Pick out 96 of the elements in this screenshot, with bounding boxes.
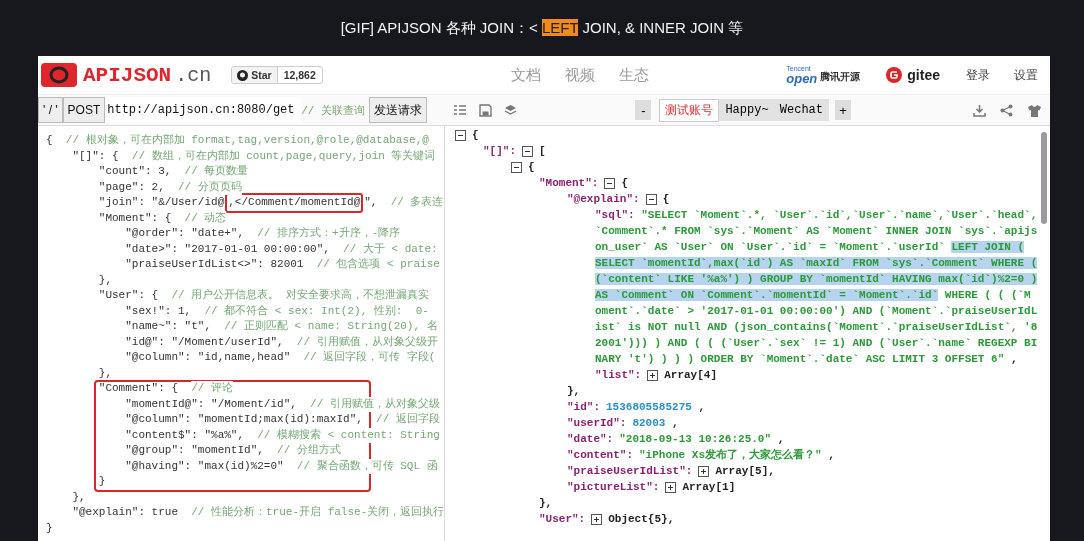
code-text: },	[97, 365, 112, 381]
code-text: }	[97, 474, 106, 489]
json-key: "content":	[567, 447, 633, 463]
json-value: Array[4]	[664, 368, 718, 383]
code-text: "join": "&/User/id@	[97, 195, 225, 210]
minus-button[interactable]: -	[635, 100, 652, 120]
json-key: "User":	[539, 511, 586, 527]
json-punctuation: },	[567, 384, 581, 399]
code-text: "@order": "date+",	[124, 226, 245, 241]
code-text: "[]": {	[71, 148, 119, 164]
code-text: "@explain": true	[71, 505, 179, 520]
code-text: "Comment": {	[97, 381, 179, 396]
json-punctuation: },	[539, 496, 553, 511]
json-key: "[]":	[483, 143, 516, 159]
star-count: 12,862	[282, 68, 317, 83]
json-value: Array[5],	[715, 464, 775, 479]
collapse-toggle-icon[interactable]	[604, 177, 616, 189]
collapse-toggle-icon[interactable]	[455, 129, 466, 141]
code-text: "sex!": 1,	[124, 303, 192, 319]
code-text: "@column": "id,name,head"	[124, 350, 291, 365]
code-text: "momentId@": "/Moment/id",	[124, 396, 297, 412]
partner-logo-text[interactable]: open	[786, 72, 818, 85]
logo-icon	[41, 63, 77, 87]
partner-name: 腾讯开源	[820, 70, 861, 84]
logo-text: APIJSON	[83, 63, 172, 87]
json-key: "sql":	[595, 207, 635, 223]
quote-button[interactable]: ' / '	[38, 97, 63, 123]
code-comment: // 模糊搜索 < content: String	[257, 427, 440, 443]
json-value: Array[1]	[682, 480, 736, 495]
code-text: "@group": "momentId",	[124, 443, 264, 458]
layers-icon[interactable]	[504, 103, 517, 117]
code-text: "count": 3,	[97, 164, 172, 179]
plus-button[interactable]: +	[835, 100, 851, 120]
json-key: "list":	[595, 367, 642, 383]
json-value: 82003 ,	[632, 416, 679, 431]
code-text: "page": 2,	[97, 179, 165, 195]
save-icon[interactable]	[479, 103, 492, 117]
highlighted-code: ,</Comment/momentId@	[225, 193, 364, 213]
json-value: "2018-09-13 10:26:25.0" ,	[619, 432, 785, 447]
code-text: "Moment": {	[97, 210, 172, 226]
expand-toggle-icon[interactable]	[665, 481, 677, 493]
code-text: "date>": "2017-01-01 00:00:00",	[124, 241, 330, 257]
method-button[interactable]: POST	[62, 97, 106, 123]
code-text: "@column": "momentId;max(id):maxId",	[124, 412, 363, 427]
send-button[interactable]: 发送请求	[369, 97, 428, 123]
header-link[interactable]: 登录	[966, 66, 990, 84]
code-comment: // 动态	[184, 210, 227, 226]
json-value: Object{5},	[608, 512, 675, 527]
json-value: {	[621, 176, 629, 191]
json-value: 1536805585275 ,	[606, 400, 706, 415]
code-text: "@having": "max(id)%2=0"	[124, 458, 284, 474]
collapse-toggle-icon[interactable]	[645, 193, 657, 205]
json-value: {	[662, 192, 670, 207]
code-text: ",	[364, 195, 378, 210]
json-value: "iPhone Xs发布了，大家怎么看？" ,	[639, 447, 835, 463]
gitee-link[interactable]: gitee	[907, 67, 940, 83]
gitee-logo-icon[interactable]	[886, 67, 903, 83]
code-text: "id@": "/Moment/userId",	[124, 334, 284, 350]
logo-suffix: .cn	[175, 63, 212, 87]
share-icon[interactable]	[1000, 103, 1013, 117]
url-field[interactable]: http://apijson.cn:8080/get	[105, 97, 302, 123]
json-key: "id":	[567, 399, 600, 415]
json-key: "userId":	[567, 415, 627, 431]
code-text: },	[97, 272, 112, 288]
url-comment: // 关联查询	[301, 103, 366, 118]
json-key: "pictureList":	[567, 479, 660, 495]
account-label: 测试账号	[659, 98, 720, 122]
code-comment: // 聚合函数，可传 SQL 函	[296, 458, 438, 474]
code-comment: // 大于 < date:	[343, 241, 438, 257]
json-key: "praiseUserIdList":	[567, 463, 693, 479]
json-value: {	[472, 128, 479, 143]
download-icon[interactable]	[973, 103, 986, 117]
code-text: }	[46, 520, 53, 536]
sort-list-icon[interactable]	[453, 103, 467, 117]
expand-toggle-icon[interactable]	[591, 513, 603, 525]
collapse-toggle-icon[interactable]	[511, 161, 522, 173]
json-value: [	[539, 144, 546, 159]
code-text: "content$": "%a%",	[124, 427, 245, 443]
code-text: {	[46, 133, 53, 148]
star-badge[interactable]: Star 12,862	[231, 66, 323, 84]
code-text: "praiseUserIdList<>": 82001	[124, 257, 304, 272]
header-link[interactable]: 设置	[1014, 66, 1038, 84]
shirt-icon[interactable]	[1027, 103, 1042, 117]
code-text: "name~": "t",	[124, 319, 212, 334]
code-text: "User": {	[97, 288, 159, 303]
expand-toggle-icon[interactable]	[698, 465, 710, 477]
json-key: "Moment":	[539, 175, 599, 191]
code-text: },	[71, 489, 86, 505]
code-comment: // 引用赋值，从对象父级	[310, 396, 440, 412]
account-selector[interactable]: Happy~ Wechat	[719, 99, 829, 121]
expand-toggle-icon[interactable]	[647, 369, 659, 381]
collapse-toggle-icon[interactable]	[522, 145, 533, 157]
json-key: "@explain":	[567, 191, 640, 207]
json-key: "date":	[567, 431, 614, 447]
json-value: {	[528, 160, 535, 175]
star-label: Star	[251, 69, 272, 81]
